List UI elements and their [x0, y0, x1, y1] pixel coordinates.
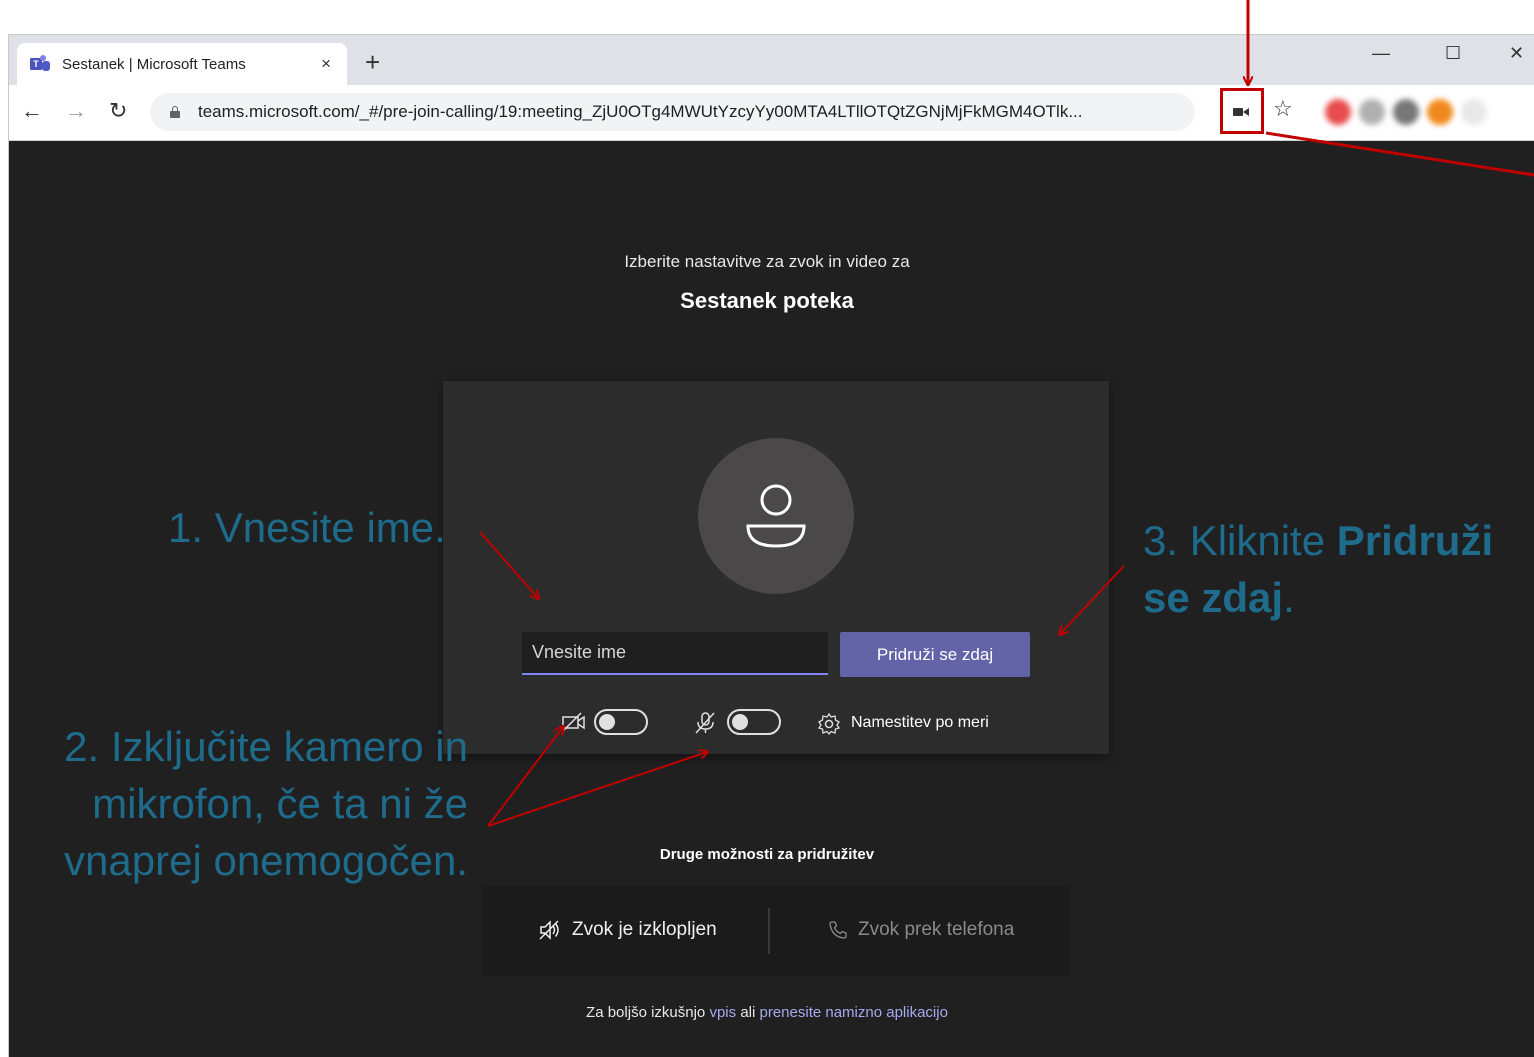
forward-arrow-icon[interactable]: → [65, 98, 87, 124]
annotation-step-1: 1. Vnesite ime. [168, 504, 446, 551]
maximize-button[interactable]: ☐ [1445, 43, 1461, 64]
audio-off-label: Zvok je izklopljen [572, 919, 717, 940]
custom-setup-link[interactable]: Namestitev po meri [851, 714, 989, 732]
address-bar[interactable]: teams.microsoft.com/_#/pre-join-calling/… [150, 93, 1195, 131]
camera-toggle[interactable] [594, 709, 648, 735]
reload-icon[interactable]: ↻ [109, 98, 127, 124]
avatar [698, 438, 854, 594]
phone-icon [829, 921, 847, 939]
join-now-button[interactable]: Pridruži se zdaj [840, 632, 1030, 677]
audio-off-option[interactable]: Zvok je izklopljen [538, 919, 717, 941]
name-input[interactable] [522, 632, 828, 675]
gear-icon[interactable] [817, 712, 841, 741]
tab-strip: T Sestanek | Microsoft Teams × + — ☐ ✕ [9, 35, 1534, 85]
other-options-panel: Zvok je izklopljen Zvok prek telefona [482, 886, 1070, 976]
extension-icon[interactable] [1461, 99, 1487, 125]
sign-in-link[interactable]: vpis [709, 1004, 736, 1021]
extension-icon[interactable] [1427, 99, 1453, 125]
tab-close-icon[interactable]: × [321, 54, 331, 74]
camera-off-icon[interactable] [561, 711, 587, 738]
browser-toolbar: ← → ↻ teams.microsoft.com/_#/pre-join-ca… [9, 85, 1534, 141]
divider [768, 908, 770, 954]
back-arrow-icon[interactable]: ← [21, 98, 43, 124]
download-app-link[interactable]: prenesite namizno aplikacijo [760, 1004, 948, 1021]
phone-audio-label: Zvok prek telefona [858, 919, 1015, 940]
person-icon [746, 484, 806, 548]
url-text: teams.microsoft.com/_#/pre-join-calling/… [198, 102, 1083, 121]
tab-title: Sestanek | Microsoft Teams [62, 55, 246, 73]
prejoin-card: Pridruži se zdaj Namestitev po meri [443, 381, 1109, 754]
extension-icon[interactable] [1393, 99, 1419, 125]
annotation-step-3: 3. Kliknite Pridruži se zdaj. [1143, 517, 1494, 621]
prejoin-subtitle: Izberite nastavitve za zvok in video za [624, 252, 910, 271]
extension-icon[interactable] [1325, 99, 1351, 125]
lock-icon [170, 106, 180, 118]
footer-text: Za boljšo izkušnjo vpis ali prenesite na… [586, 1004, 948, 1021]
meeting-title: Sestanek poteka [680, 288, 854, 313]
mic-off-icon[interactable] [693, 711, 717, 740]
phone-audio-option[interactable]: Zvok prek telefona [828, 919, 1014, 941]
mic-toggle[interactable] [727, 709, 781, 735]
bookmark-star-icon[interactable]: ☆ [1273, 96, 1293, 122]
annotation-step-2: 2. Izključite kamero in mikrofon, če ta … [64, 723, 468, 884]
extension-icon[interactable] [1359, 99, 1385, 125]
close-window-button[interactable]: ✕ [1509, 43, 1524, 64]
new-tab-button[interactable]: + [365, 49, 380, 75]
minimize-button[interactable]: — [1372, 43, 1390, 64]
camera-highlight-box [1220, 88, 1264, 134]
tab-teams[interactable]: T Sestanek | Microsoft Teams × [17, 43, 347, 85]
teams-logo-icon: T [30, 55, 50, 73]
speaker-off-icon [539, 920, 559, 940]
